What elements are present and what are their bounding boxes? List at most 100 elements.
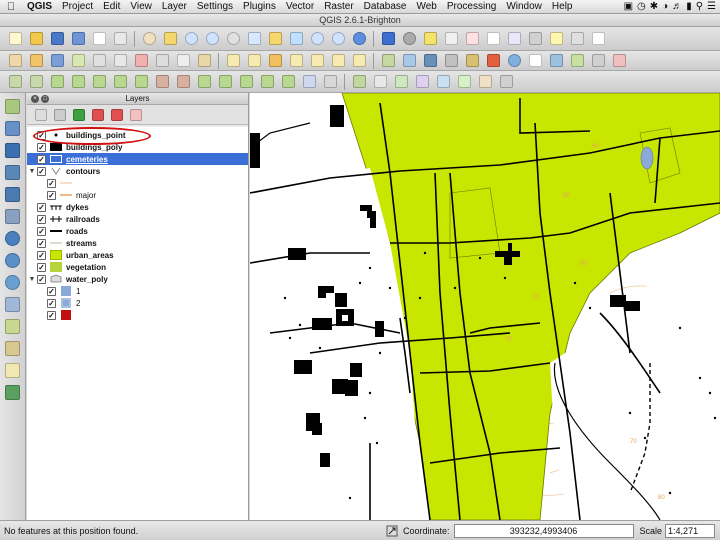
add-delimited-text-button[interactable] <box>526 52 544 70</box>
add-wms-layer-button[interactable] <box>4 229 22 247</box>
layer-item-roads[interactable]: ✓ roads <box>27 225 248 237</box>
menu-vector[interactable]: Vector <box>281 0 319 14</box>
map-canvas[interactable]: 80 80 80 70 70 70 80 <box>250 93 720 520</box>
rotate-point-button[interactable] <box>321 73 339 91</box>
toggle-editing-button[interactable] <box>27 52 45 70</box>
save-edits-button[interactable] <box>48 52 66 70</box>
select-features-button[interactable] <box>421 30 439 48</box>
collapse-arrow-icon[interactable]: ▼ <box>27 168 37 175</box>
close-icon[interactable]: × <box>31 95 39 103</box>
menu-window[interactable]: Window <box>501 0 547 14</box>
layer-checkbox[interactable]: ✓ <box>37 262 46 272</box>
layer-checkbox[interactable]: ✓ <box>37 274 46 284</box>
plugin-f-button[interactable] <box>497 73 515 91</box>
add-raster-button[interactable] <box>400 52 418 70</box>
composer-manager-button[interactable] <box>111 30 129 48</box>
zoom-next-button[interactable] <box>329 30 347 48</box>
layer-checkbox[interactable]: ✓ <box>37 130 46 140</box>
menu-raster[interactable]: Raster <box>319 0 358 14</box>
layer-checkbox[interactable]: ✓ <box>37 142 46 152</box>
redo-button[interactable] <box>27 73 45 91</box>
add-circular-string-button[interactable] <box>350 73 368 91</box>
new-composer-button[interactable] <box>90 30 108 48</box>
add-group-button[interactable] <box>52 107 68 123</box>
layer-visibility-button[interactable] <box>33 107 49 123</box>
add-csv-layer-button[interactable] <box>4 361 22 379</box>
merge-attributes-button[interactable] <box>300 73 318 91</box>
zoom-to-selection-button[interactable] <box>266 30 284 48</box>
layer-checkbox[interactable]: ✓ <box>37 202 46 212</box>
fill-ring-button[interactable] <box>132 73 150 91</box>
layer-item-vegetation[interactable]: ✓ vegetation <box>27 261 248 273</box>
plugin-b-button[interactable] <box>413 73 431 91</box>
menu-layer[interactable]: Layer <box>157 0 192 14</box>
add-vector-button[interactable] <box>379 52 397 70</box>
offset-curve-button[interactable] <box>216 73 234 91</box>
layer-checkbox[interactable]: ✓ <box>37 166 46 176</box>
menu-web[interactable]: Web <box>411 0 441 14</box>
layer-checkbox[interactable]: ✓ <box>37 250 46 260</box>
legend-item-water-3[interactable]: ✓ <box>27 309 248 321</box>
pan-button[interactable] <box>140 30 158 48</box>
layer-item-contours[interactable]: ▼ ✓ contours <box>27 165 248 177</box>
search-icon[interactable]: ⚲ <box>696 1 703 12</box>
new-shapefile-layer-button[interactable] <box>4 317 22 335</box>
time-machine-icon[interactable]: ◷ <box>637 1 646 12</box>
identify-button[interactable] <box>379 30 397 48</box>
map-tips-button[interactable] <box>547 30 565 48</box>
add-vector-layer-button[interactable] <box>4 97 22 115</box>
add-postgis-button[interactable] <box>421 52 439 70</box>
layer-checkbox[interactable]: ✓ <box>37 154 46 164</box>
expand-all-button[interactable] <box>90 107 106 123</box>
filter-legend-button[interactable] <box>71 107 87 123</box>
node-tool-button[interactable] <box>111 52 129 70</box>
wifi-icon[interactable]: ◑ <box>662 1 668 12</box>
bookmark-button[interactable] <box>568 30 586 48</box>
label-button[interactable] <box>224 52 242 70</box>
layer-item-urban-areas[interactable]: ✓ urban_areas <box>27 249 248 261</box>
float-icon[interactable]: □ <box>41 95 49 103</box>
menu-database[interactable]: Database <box>359 0 412 14</box>
add-wms-button[interactable] <box>505 52 523 70</box>
menu-plugins[interactable]: Plugins <box>238 0 281 14</box>
layer-item-streams[interactable]: ✓ streams <box>27 237 248 249</box>
layer-item-dykes[interactable]: ✓ dykes <box>27 201 248 213</box>
plugin-a-button[interactable] <box>392 73 410 91</box>
legend-item-contours-major[interactable]: ✓ major <box>27 189 248 201</box>
remove-layer-panel-button[interactable] <box>128 107 144 123</box>
add-feature-button[interactable] <box>69 52 87 70</box>
current-edits-button[interactable] <box>6 52 24 70</box>
collapse-arrow-icon[interactable]: ▼ <box>27 276 37 283</box>
legend-checkbox[interactable]: ✓ <box>47 178 56 188</box>
change-label-button[interactable] <box>350 52 368 70</box>
deselect-button[interactable] <box>442 30 460 48</box>
zoom-native-button[interactable] <box>224 30 242 48</box>
add-part-button[interactable] <box>111 73 129 91</box>
menu-processing[interactable]: Processing <box>442 0 501 14</box>
rotate-label-button[interactable] <box>329 52 347 70</box>
rotate-feature-button[interactable] <box>48 73 66 91</box>
add-oracle-button[interactable] <box>484 52 502 70</box>
undo-button[interactable] <box>6 73 24 91</box>
zoom-in-button[interactable] <box>182 30 200 48</box>
pin-labels-button[interactable] <box>266 52 284 70</box>
plugin-d-button[interactable] <box>455 73 473 91</box>
legend-item-water-2[interactable]: ✓ 2 <box>27 297 248 309</box>
legend-checkbox[interactable]: ✓ <box>47 310 56 320</box>
legend-item-water-1[interactable]: ✓ 1 <box>27 285 248 297</box>
battery-icon[interactable]: ▮ <box>686 1 692 12</box>
show-labels-button[interactable] <box>287 52 305 70</box>
scale-field[interactable]: 1:4,271 <box>665 523 716 538</box>
new-shapefile-button[interactable] <box>568 52 586 70</box>
action-button[interactable] <box>400 30 418 48</box>
delete-ring-button[interactable] <box>153 73 171 91</box>
layer-checkbox[interactable]: ✓ <box>37 226 46 236</box>
layer-item-water-poly[interactable]: ▼ ✓ water_poly <box>27 273 248 285</box>
delete-selected-button[interactable] <box>132 52 150 70</box>
text-annotation-button[interactable] <box>589 30 607 48</box>
split-parts-button[interactable] <box>258 73 276 91</box>
zoom-last-button[interactable] <box>308 30 326 48</box>
menu-view[interactable]: View <box>125 0 157 14</box>
add-wcs-layer-button[interactable] <box>4 251 22 269</box>
menu-edit[interactable]: Edit <box>98 0 125 14</box>
